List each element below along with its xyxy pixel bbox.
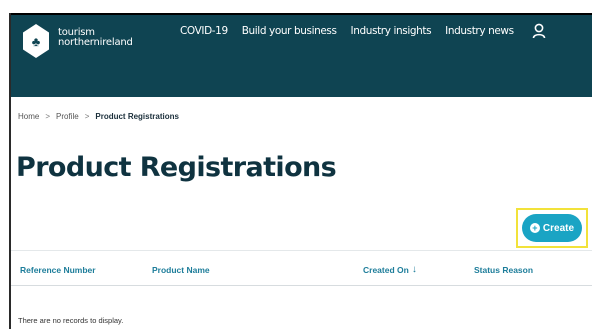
- table-header: Reference Number Product Name Created On…: [11, 250, 592, 286]
- create-button[interactable]: + Create: [522, 214, 582, 242]
- breadcrumb: Home > Profile > Product Registrations: [18, 112, 179, 121]
- site-logo-text[interactable]: tourism northernireland: [58, 28, 133, 48]
- shamrock-icon: ♣: [31, 33, 41, 49]
- create-button-label: Create: [542, 222, 575, 234]
- page-title: Product Registrations: [16, 152, 337, 183]
- breadcrumb-current: Product Registrations: [95, 112, 179, 121]
- main-nav: COVID-19 Build your business Industry in…: [180, 23, 546, 39]
- plus-circle-icon: +: [529, 223, 540, 233]
- column-created-on-label: Created On: [363, 265, 409, 275]
- nav-industry-insights[interactable]: Industry insights: [351, 25, 432, 37]
- user-account-icon[interactable]: [532, 23, 546, 39]
- nav-covid19[interactable]: COVID-19: [180, 25, 228, 37]
- column-reference-number[interactable]: Reference Number: [20, 265, 96, 275]
- nav-industry-news[interactable]: Industry news: [445, 25, 514, 37]
- breadcrumb-profile[interactable]: Profile: [56, 112, 79, 121]
- breadcrumb-separator: >: [45, 112, 51, 121]
- empty-state-message: There are no records to display.: [18, 316, 124, 325]
- column-product-name[interactable]: Product Name: [152, 265, 210, 275]
- nav-build-your-business[interactable]: Build your business: [242, 25, 337, 37]
- sort-descending-icon: ↓: [411, 264, 417, 275]
- breadcrumb-separator: >: [84, 112, 90, 121]
- breadcrumb-home[interactable]: Home: [18, 112, 39, 121]
- create-button-highlight: + Create: [516, 208, 588, 248]
- column-status-reason[interactable]: Status Reason: [474, 265, 533, 275]
- logo-line-2: northernireland: [58, 37, 133, 48]
- column-created-on[interactable]: Created On ↓: [363, 264, 417, 276]
